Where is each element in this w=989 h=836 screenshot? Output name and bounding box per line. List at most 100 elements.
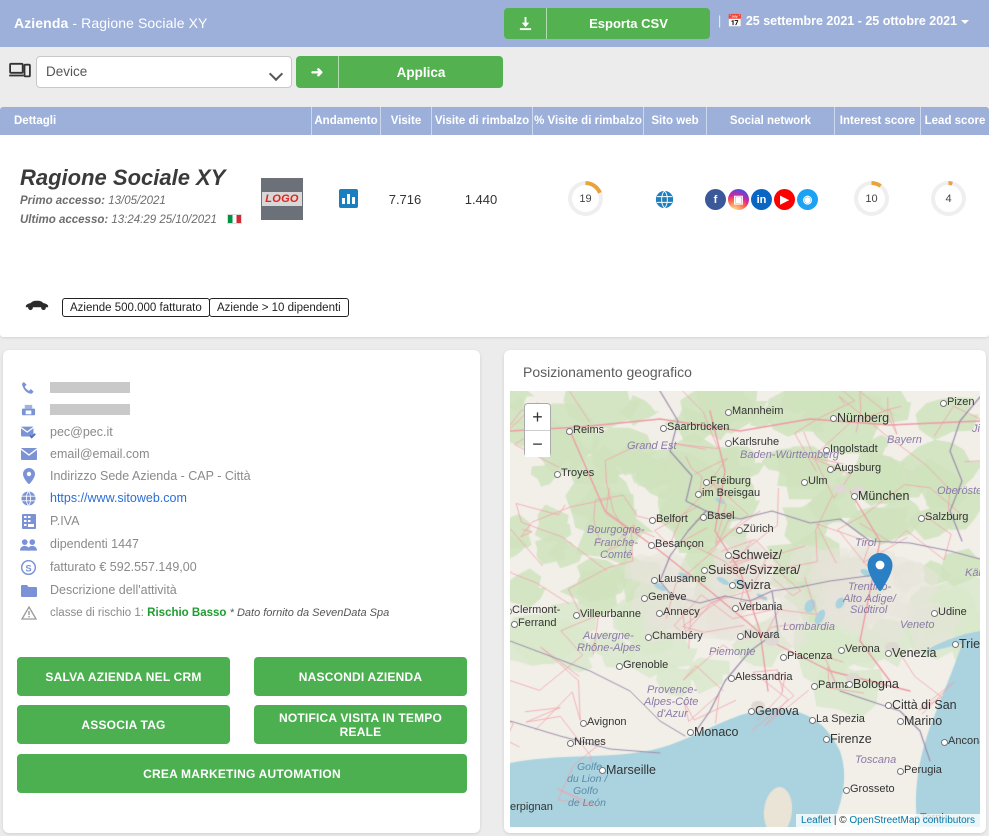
- table-column-header-3[interactable]: Visite di rimbalzo: [432, 107, 533, 135]
- website-globe-icon[interactable]: [655, 190, 674, 209]
- car-icon: [24, 298, 50, 314]
- table-column-header-8[interactable]: Lead score: [921, 107, 989, 135]
- map-city-dot-18: [649, 517, 656, 524]
- contact-text-7: dipendenti 1447: [50, 537, 139, 551]
- map-city-dot-16: [801, 479, 808, 486]
- map-city-dot-62: [885, 702, 892, 709]
- linkedin-icon[interactable]: in: [751, 189, 772, 210]
- map-city-dot-37: [511, 621, 518, 628]
- action-button-salva-azienda-nel-crm[interactable]: SALVA AZIENDA NEL CRM: [17, 657, 230, 696]
- map-city-dot-44: [645, 634, 652, 641]
- map-city-dot-51: [885, 650, 892, 657]
- contact-row-5[interactable]: https://www.sitoweb.com: [19, 490, 187, 506]
- bar-chart-icon[interactable]: [339, 189, 358, 208]
- map-city-dot-40: [732, 605, 739, 612]
- mail-icon: [19, 446, 38, 462]
- interest-score-donut: 10: [854, 181, 889, 216]
- map-city-dot-70: [897, 768, 904, 775]
- action-button-associa-tag[interactable]: ASSOCIA TAG: [17, 705, 230, 744]
- contact-text-2: pec@pec.it: [50, 425, 113, 439]
- map-city-dot-75: [599, 767, 606, 774]
- map-city-dot-19: [700, 514, 707, 521]
- folder-icon: [19, 582, 38, 598]
- table-column-header-5[interactable]: Sito web: [644, 107, 707, 135]
- tag-chip-0[interactable]: Aziende 500.000 fatturato: [62, 298, 210, 317]
- map-city-dot-64: [580, 720, 587, 727]
- page-title-rest: - Ragione Sociale XY: [68, 15, 208, 31]
- risk-class-note: * Dato fornito da SevenData Spa: [229, 607, 390, 619]
- map-zoom-in-button[interactable]: +: [525, 404, 550, 431]
- contact-text-9: Descrizione dell'attività: [50, 583, 177, 597]
- map-card: Posizionamento geografico + − Leaflet | …: [504, 350, 986, 833]
- social-network-icons: f ▣ in ▶ ◉: [705, 189, 818, 210]
- map-title: Posizionamento geografico: [523, 364, 692, 380]
- bounce-visits-value: 1.440: [464, 192, 498, 207]
- device-select[interactable]: Device: [36, 56, 292, 88]
- date-range-picker[interactable]: | 📅 25 settembre 2021 - 25 ottobre 2021: [718, 14, 970, 29]
- openstreetmap-link[interactable]: OpenStreetMap contributors: [849, 815, 975, 826]
- table-column-header-4[interactable]: % Visite di rimbalzo: [533, 107, 644, 135]
- pec-mail-icon: [19, 424, 38, 440]
- map-city-dot-66: [823, 736, 830, 743]
- redacted-value-0: [50, 382, 130, 393]
- map-city-dot-49: [780, 654, 787, 661]
- map-city-dot-30: [729, 582, 736, 589]
- map-city-dot-53: [616, 663, 623, 670]
- interest-score-value: 10: [858, 185, 885, 212]
- map-city-dot-2: [725, 409, 732, 416]
- risk-class-text: classe di rischio 1: Rischio Basso * Dat…: [50, 605, 389, 621]
- contact-row-0: [19, 380, 130, 396]
- map-city-dot-29: [701, 567, 708, 574]
- twitter-icon[interactable]: ◉: [797, 189, 818, 210]
- map-viewport[interactable]: + − Leaflet | © OpenStreetMap contributo…: [510, 391, 980, 827]
- contact-text-5: https://www.sitoweb.com: [50, 491, 187, 505]
- export-csv-button[interactable]: Esporta CSV: [504, 8, 710, 39]
- map-city-dot-21: [736, 527, 743, 534]
- lead-score-donut: 4: [931, 181, 966, 216]
- map-city-dot-38: [573, 612, 580, 619]
- map-pin-icon[interactable]: [867, 553, 893, 591]
- map-city-dot-35: [641, 595, 648, 602]
- globe-icon: [19, 490, 38, 506]
- map-city-dot-76: [843, 787, 850, 794]
- risk-class-label: classe di rischio 1:: [50, 607, 144, 619]
- leaflet-link[interactable]: Leaflet: [801, 815, 831, 826]
- contact-row-1: [19, 402, 130, 418]
- table-column-header-6[interactable]: Social network: [707, 107, 835, 135]
- contact-row-4: Indirizzo Sede Azienda - CAP - Città: [19, 468, 251, 484]
- devices-icon: [9, 62, 31, 83]
- contact-text-0: [50, 380, 130, 396]
- youtube-icon[interactable]: ▶: [774, 189, 795, 210]
- action-button-notifica-visita-in-tempo-reale[interactable]: NOTIFICA VISITA IN TEMPO REALE: [254, 705, 467, 744]
- map-attribution: Leaflet | © OpenStreetMap contributors: [796, 814, 980, 827]
- apply-filter-label: Applica: [396, 64, 446, 80]
- page-title: Azienda - Ragione Sociale XY: [14, 15, 207, 31]
- export-csv-label: Esporta CSV: [589, 16, 668, 31]
- map-zoom-out-button[interactable]: −: [525, 431, 550, 457]
- table-column-header-7[interactable]: Interest score: [835, 107, 921, 135]
- warning-icon: [19, 605, 38, 621]
- table-column-header-1[interactable]: Andamento: [312, 107, 381, 135]
- building-icon: [19, 513, 38, 529]
- contact-text-6: P.IVA: [50, 514, 80, 528]
- phone-icon: [19, 380, 38, 396]
- map-city-dot-12: [827, 466, 834, 473]
- facebook-icon[interactable]: f: [705, 189, 726, 210]
- map-city-dot-20: [918, 515, 925, 522]
- action-button-nascondi-azienda[interactable]: NASCONDI AZIENDA: [254, 657, 467, 696]
- table-column-header-0[interactable]: Dettagli: [0, 107, 312, 135]
- map-city-dot-14: [703, 479, 710, 486]
- last-access-line: Ultimo accesso: 13:24:29 25/10/2021: [20, 214, 243, 226]
- map-city-dot-1: [660, 425, 667, 432]
- map-city-dot-4: [940, 400, 947, 407]
- apply-filter-button[interactable]: ➜ Applica: [296, 56, 503, 88]
- tag-chip-1[interactable]: Aziende > 10 dipendenti: [209, 298, 349, 317]
- map-city-dot-39: [656, 610, 663, 617]
- map-city-dot-7: [725, 440, 732, 447]
- map-city-dot-8: [823, 447, 830, 454]
- map-city-dot-41: [931, 610, 938, 617]
- map-city-dot-65: [687, 729, 694, 736]
- instagram-icon[interactable]: ▣: [728, 189, 749, 210]
- action-button-crea-marketing-automation[interactable]: CREA MARKETING AUTOMATION: [17, 754, 467, 793]
- table-column-header-2[interactable]: Visite: [381, 107, 432, 135]
